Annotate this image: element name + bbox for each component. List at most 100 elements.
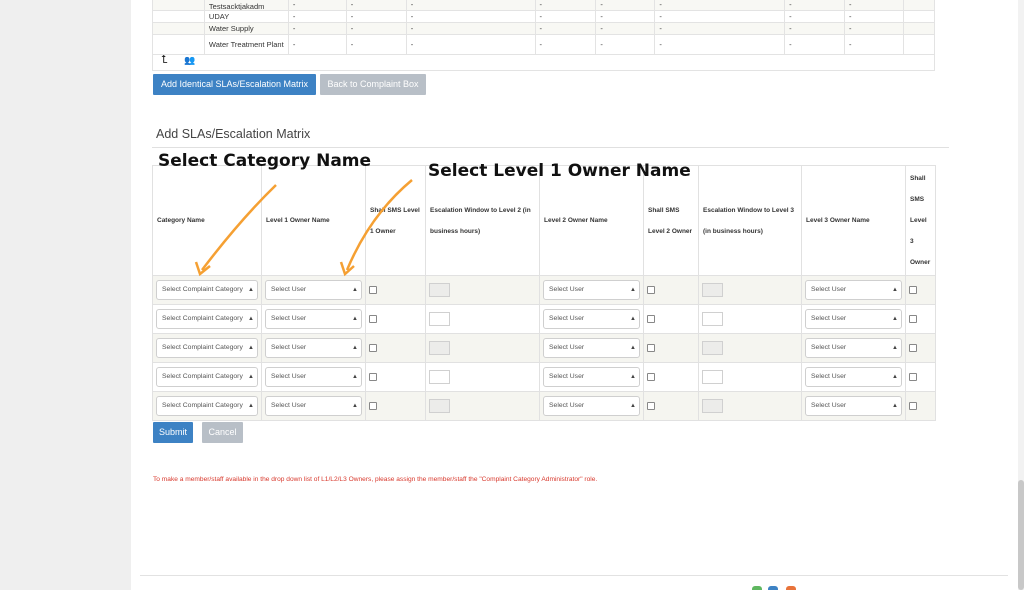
level2-owner-select[interactable]: Select User ▲▼	[543, 338, 640, 358]
sms-level1-checkbox[interactable]	[369, 315, 377, 324]
footer-icon[interactable]	[786, 586, 796, 590]
level2-owner-select[interactable]: Select User ▲▼	[543, 367, 640, 387]
category-select[interactable]: Select Complaint Category ▲▼	[156, 280, 258, 300]
level1-owner-select[interactable]: Select User ▲▼	[265, 367, 362, 387]
table-cell: Select Complaint Category ▲▼	[152, 362, 262, 392]
category-select[interactable]: Select Complaint Category ▲▼	[156, 367, 258, 387]
select-arrow-icon: ▲▼	[892, 403, 898, 409]
scroll-thumb[interactable]	[1018, 480, 1024, 590]
sms-level3-checkbox[interactable]	[909, 286, 917, 295]
table-cell: -	[654, 0, 786, 11]
sms-level2-checkbox[interactable]	[647, 315, 655, 324]
escalation-level2-input[interactable]	[429, 312, 450, 326]
table-cell: -	[844, 0, 904, 11]
header-escalation-l3: Escalation Window to Level 3 (in busines…	[698, 165, 802, 276]
select-value: Select User	[549, 286, 585, 293]
table-cell	[425, 275, 540, 305]
escalation-level3-input[interactable]	[702, 399, 723, 413]
category-select[interactable]: Select Complaint Category ▲▼	[156, 338, 258, 358]
level2-owner-select[interactable]: Select User ▲▼	[543, 396, 640, 416]
table-cell: -	[534, 0, 597, 11]
table-cell: -	[345, 22, 407, 35]
submit-button[interactable]: Submit	[153, 422, 193, 443]
footer-icon[interactable]	[768, 586, 778, 590]
level3-owner-select[interactable]: Select User ▲▼	[805, 309, 902, 329]
escalation-level3-input[interactable]	[702, 312, 723, 326]
table-row: Water Supply - - - - - - - -	[152, 22, 936, 35]
sms-level1-checkbox[interactable]	[369, 373, 377, 382]
select-value: Select User	[549, 315, 585, 322]
table-cell	[365, 275, 426, 305]
add-identical-button[interactable]: Add Identical SLAs/Escalation Matrix	[153, 74, 316, 95]
table-row: Testsacktjakadm - - - - - - - -	[152, 0, 936, 11]
table-cell: -	[287, 22, 347, 35]
scrollbar[interactable]	[1018, 0, 1024, 590]
return-arrow-icon[interactable]: ⮤	[161, 54, 168, 67]
escalation-level2-input[interactable]	[429, 283, 450, 297]
header-sms-l2: Shall SMS Level 2 Owner	[643, 165, 699, 276]
level1-owner-select[interactable]: Select User ▲▼	[265, 309, 362, 329]
table-cell: Select User ▲▼	[801, 362, 906, 392]
footer-icon[interactable]	[752, 586, 762, 590]
escalation-level3-input[interactable]	[702, 283, 723, 297]
level1-owner-select[interactable]: Select User ▲▼	[265, 338, 362, 358]
select-arrow-icon: ▲▼	[892, 287, 898, 293]
select-value: Select User	[549, 402, 585, 409]
select-value: Select User	[271, 315, 307, 322]
table-cell	[902, 22, 936, 35]
category-select[interactable]: Select Complaint Category ▲▼	[156, 309, 258, 329]
category-select[interactable]: Select Complaint Category ▲▼	[156, 396, 258, 416]
level3-owner-select[interactable]: Select User ▲▼	[805, 280, 902, 300]
escalation-level3-input[interactable]	[702, 341, 723, 355]
table-cell: Select User ▲▼	[261, 275, 366, 305]
table-cell	[643, 391, 699, 421]
header-sms-l1: Shall SMS Level 1 Owner	[365, 165, 426, 276]
table-cell: Select User ▲▼	[261, 391, 366, 421]
sms-level1-checkbox[interactable]	[369, 344, 377, 353]
table-cell: Select User ▲▼	[801, 304, 906, 334]
sms-level1-checkbox[interactable]	[369, 286, 377, 295]
matrix-row: Select Complaint Category ▲▼ Select User ▲▼…	[152, 333, 936, 363]
level3-owner-select[interactable]: Select User ▲▼	[805, 338, 902, 358]
table-cell: -	[654, 22, 786, 35]
table-cell: -	[405, 0, 536, 11]
sms-level2-checkbox[interactable]	[647, 286, 655, 295]
level3-owner-select[interactable]: Select User ▲▼	[805, 367, 902, 387]
table-cell: -	[784, 0, 846, 11]
select-value: Select User	[549, 344, 585, 351]
escalation-level2-input[interactable]	[429, 399, 450, 413]
sms-level3-checkbox[interactable]	[909, 373, 917, 382]
level2-owner-select[interactable]: Select User ▲▼	[543, 309, 640, 329]
category-name-cell: Testsacktjakadm	[203, 0, 289, 11]
level1-owner-select[interactable]: Select User ▲▼	[265, 280, 362, 300]
escalation-level2-input[interactable]	[429, 341, 450, 355]
table-cell	[643, 304, 699, 334]
escalation-level2-input[interactable]	[429, 370, 450, 384]
cancel-button[interactable]: Cancel	[202, 422, 243, 443]
sms-level2-checkbox[interactable]	[647, 344, 655, 353]
select-value: Select User	[271, 402, 307, 409]
table-cell	[698, 333, 802, 363]
back-to-complaint-box-button[interactable]: Back to Complaint Box	[320, 74, 426, 95]
table-cell	[425, 304, 540, 334]
sms-level3-checkbox[interactable]	[909, 402, 917, 411]
sms-level2-checkbox[interactable]	[647, 402, 655, 411]
table-cell: -	[595, 0, 656, 11]
people-icon[interactable]: 👥	[184, 55, 195, 66]
table-cell: -	[405, 22, 536, 35]
table-cell: -	[345, 0, 407, 11]
table-cell	[152, 0, 205, 11]
sms-level1-checkbox[interactable]	[369, 402, 377, 411]
select-value: Select Complaint Category	[162, 286, 243, 293]
table-cell: -	[287, 10, 347, 23]
sms-level3-checkbox[interactable]	[909, 344, 917, 353]
sms-level2-checkbox[interactable]	[647, 373, 655, 382]
level3-owner-select[interactable]: Select User ▲▼	[805, 396, 902, 416]
table-cell	[698, 304, 802, 334]
escalation-level3-input[interactable]	[702, 370, 723, 384]
sms-level3-checkbox[interactable]	[909, 315, 917, 324]
table-cell: Select Complaint Category ▲▼	[152, 275, 262, 305]
level1-owner-select[interactable]: Select User ▲▼	[265, 396, 362, 416]
level2-owner-select[interactable]: Select User ▲▼	[543, 280, 640, 300]
table-cell	[698, 362, 802, 392]
